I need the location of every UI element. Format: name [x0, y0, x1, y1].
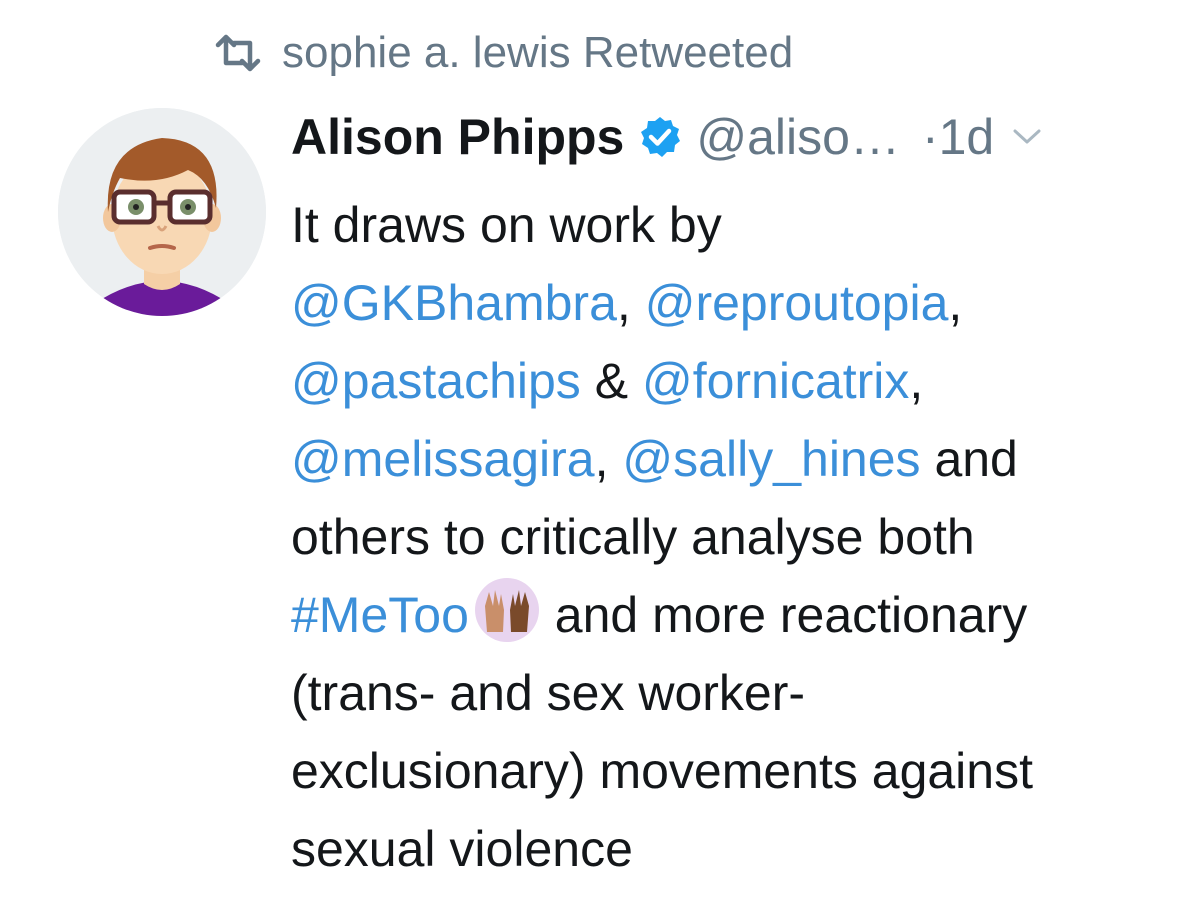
tweet-text-segment: ,: [616, 275, 645, 331]
raised-hands-emoji-icon: [473, 576, 541, 644]
tweet-text-segment: &: [580, 353, 642, 409]
tweet-line: @pastachips & @fornicatrix,: [291, 342, 1171, 420]
mention-link[interactable]: @GKBhambra: [291, 275, 617, 331]
tweet-text-segment: ,: [594, 431, 623, 487]
tweet-line: It draws on work by: [291, 186, 1171, 264]
tweet-line: @melissagira, @sally_hines and: [291, 420, 1171, 498]
tweet-text-segment: ,: [909, 353, 924, 409]
tweet-line: #MeToo and more reactionary: [291, 576, 1171, 654]
tweet-line: @GKBhambra, @reproutopia,: [291, 264, 1171, 342]
author-handle[interactable]: @aliso…: [696, 108, 900, 166]
author-name[interactable]: Alison Phipps: [291, 108, 624, 166]
retweet-label[interactable]: sophie a. lewis Retweeted: [282, 28, 793, 78]
separator-dot: ·: [921, 109, 939, 165]
tweet-text-segment: ,: [948, 275, 963, 331]
tweet-line: sexual violence: [291, 810, 1171, 888]
verified-badge-icon: [638, 115, 682, 159]
mention-link[interactable]: @sally_hines: [622, 431, 920, 487]
tweet-text-segment: exclusionary) movements against: [291, 743, 1033, 799]
tweet-timestamp[interactable]: 1d: [939, 108, 995, 166]
tweet-text-segment: sexual violence: [291, 821, 633, 877]
hashtag-link[interactable]: #MeToo: [291, 587, 469, 643]
tweet-text-segment: It draws on work by: [291, 197, 722, 253]
retweet-context: sophie a. lewis Retweeted: [212, 28, 793, 78]
tweet-line: exclusionary) movements against: [291, 732, 1171, 810]
tweet-line: others to critically analyse both: [291, 498, 1171, 576]
tweet-text-segment: and: [920, 431, 1018, 487]
tweet-text-segment: (trans- and sex worker-: [291, 665, 806, 721]
avatar[interactable]: [58, 108, 266, 316]
tweet-text: It draws on work by @GKBhambra, @reprouto…: [291, 186, 1171, 888]
tweet-text-segment: others to critically analyse both: [291, 509, 975, 565]
retweet-icon: [212, 33, 264, 73]
mention-link[interactable]: @pastachips: [291, 353, 581, 409]
tweet-line: (trans- and sex worker-: [291, 654, 1171, 732]
tweet-text-segment: and more reactionary: [540, 587, 1028, 643]
mention-link[interactable]: @fornicatrix: [642, 353, 909, 409]
tweet-header: Alison Phipps @aliso… · 1d: [291, 106, 1161, 168]
chevron-down-icon[interactable]: [1012, 127, 1042, 147]
mention-link[interactable]: @reproutopia: [645, 275, 949, 331]
mention-link[interactable]: @melissagira: [291, 431, 595, 487]
